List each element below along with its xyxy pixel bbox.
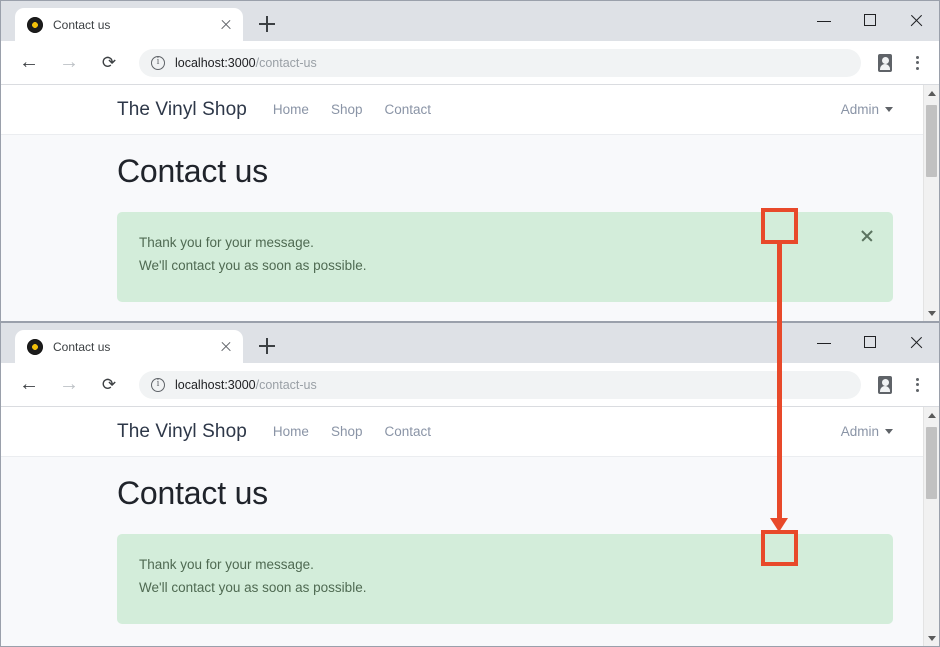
vinyl-record-icon	[27, 16, 43, 33]
user-menu[interactable]: Admin	[841, 102, 893, 117]
scroll-up-arrow-icon[interactable]	[924, 407, 939, 423]
address-bar-text-after: localhost:3000/contact-us	[175, 378, 317, 392]
scroll-up-arrow-icon[interactable]	[924, 85, 939, 101]
page-title-after: Contact us	[117, 475, 268, 511]
nav-link-shop[interactable]: Shop	[331, 424, 363, 439]
profile-card-icon[interactable]	[871, 49, 899, 77]
kebab-menu-icon[interactable]	[903, 49, 931, 77]
browser-toolbar-after: ← → ⟳ localhost:3000/contact-us	[1, 363, 939, 407]
page-title: Contact us	[117, 153, 268, 189]
new-tab-button[interactable]	[253, 10, 281, 38]
browser-window-after: Contact us ← → ⟳ localhost:3000/contact-…	[0, 322, 940, 647]
nav-link-contact[interactable]: Contact	[384, 102, 431, 117]
page-viewport-before: The Vinyl Shop Home Shop Contact Admin C…	[1, 85, 939, 321]
scrollbar-thumb[interactable]	[926, 105, 937, 177]
scroll-down-arrow-icon[interactable]	[924, 305, 939, 321]
info-circle-icon[interactable]	[151, 55, 165, 70]
window-close-icon[interactable]	[893, 1, 939, 41]
success-alert: Thank you for your message. We'll contac…	[117, 212, 893, 302]
user-menu[interactable]: Admin	[841, 424, 893, 439]
alert-message-line-1: Thank you for your message.	[139, 235, 314, 250]
browser-tab-after[interactable]: Contact us	[15, 330, 243, 363]
page-content-after: Contact us Thank you for your message. W…	[1, 457, 923, 624]
arrow-right-icon[interactable]: →	[54, 48, 84, 78]
alert-close-icon[interactable]	[855, 224, 879, 248]
site-nav-links-after: Home Shop Contact	[273, 424, 431, 439]
tab-close-icon[interactable]	[217, 16, 235, 34]
minimize-icon[interactable]	[801, 1, 847, 41]
tab-close-icon[interactable]	[217, 338, 235, 356]
web-page-before: The Vinyl Shop Home Shop Contact Admin C…	[1, 85, 923, 321]
profile-card-icon[interactable]	[871, 371, 899, 399]
scroll-down-arrow-icon[interactable]	[924, 630, 939, 646]
new-tab-button[interactable]	[253, 332, 281, 360]
browser-tab[interactable]: Contact us	[15, 8, 243, 41]
chevron-down-icon	[885, 107, 893, 112]
site-brand[interactable]: The Vinyl Shop	[117, 421, 247, 443]
tab-strip: Contact us	[1, 1, 939, 41]
alert-message-line-2: We'll contact you as soon as possible.	[139, 258, 367, 274]
arrow-left-icon[interactable]: ←	[14, 370, 44, 400]
page-scrollbar-before[interactable]	[923, 85, 939, 321]
vinyl-record-icon	[27, 338, 43, 355]
address-bar[interactable]: localhost:3000/contact-us	[139, 48, 861, 77]
tab-title-after: Contact us	[53, 339, 111, 354]
success-alert-after: Thank you for your message. We'll contac…	[117, 534, 893, 624]
maximize-icon[interactable]	[847, 1, 893, 41]
page-scrollbar-after[interactable]	[923, 407, 939, 646]
web-page-after: The Vinyl Shop Home Shop Contact Admin C…	[1, 407, 923, 646]
url-path: /contact-us	[255, 55, 317, 70]
alert-message-line-2: We'll contact you as soon as possible.	[139, 580, 367, 596]
site-navbar: The Vinyl Shop Home Shop Contact Admin	[1, 85, 923, 135]
reload-icon[interactable]: ⟳	[94, 48, 124, 78]
arrow-left-icon[interactable]: ←	[14, 48, 44, 78]
window-controls	[801, 1, 939, 41]
window-controls-after	[801, 323, 939, 363]
site-brand[interactable]: The Vinyl Shop	[117, 99, 247, 121]
nav-link-home[interactable]: Home	[273, 424, 309, 439]
info-circle-icon[interactable]	[151, 377, 165, 392]
nav-link-home[interactable]: Home	[273, 102, 309, 117]
browser-window-before: Contact us ← → ⟳ localhost:3000/contact-…	[0, 0, 940, 322]
minimize-icon[interactable]	[801, 323, 847, 363]
page-viewport-after: The Vinyl Shop Home Shop Contact Admin C…	[1, 407, 939, 646]
chevron-down-icon	[885, 429, 893, 434]
reload-icon[interactable]: ⟳	[94, 370, 124, 400]
nav-link-shop[interactable]: Shop	[331, 102, 363, 117]
url-host: localhost:3000	[175, 55, 256, 70]
kebab-menu-icon[interactable]	[903, 371, 931, 399]
nav-link-contact[interactable]: Contact	[384, 424, 431, 439]
window-close-icon[interactable]	[893, 323, 939, 363]
maximize-icon[interactable]	[847, 323, 893, 363]
page-content-before: Contact us Thank you for your message. W…	[1, 135, 923, 302]
url-path: /contact-us	[255, 377, 317, 392]
tab-title: Contact us	[53, 17, 111, 32]
user-menu-label: Admin	[840, 102, 879, 117]
browser-toolbar: ← → ⟳ localhost:3000/contact-us	[1, 41, 939, 85]
address-bar-text: localhost:3000/contact-us	[175, 56, 317, 70]
url-host: localhost:3000	[175, 377, 256, 392]
scrollbar-thumb[interactable]	[926, 427, 937, 499]
site-nav-links: Home Shop Contact	[273, 102, 431, 117]
user-menu-label: Admin	[840, 424, 879, 439]
tab-strip-after: Contact us	[1, 323, 939, 363]
address-bar-after[interactable]: localhost:3000/contact-us	[139, 370, 861, 399]
alert-message-line-1: Thank you for your message.	[139, 557, 314, 572]
site-navbar-after: The Vinyl Shop Home Shop Contact Admin	[1, 407, 923, 457]
arrow-right-icon[interactable]: →	[54, 370, 84, 400]
